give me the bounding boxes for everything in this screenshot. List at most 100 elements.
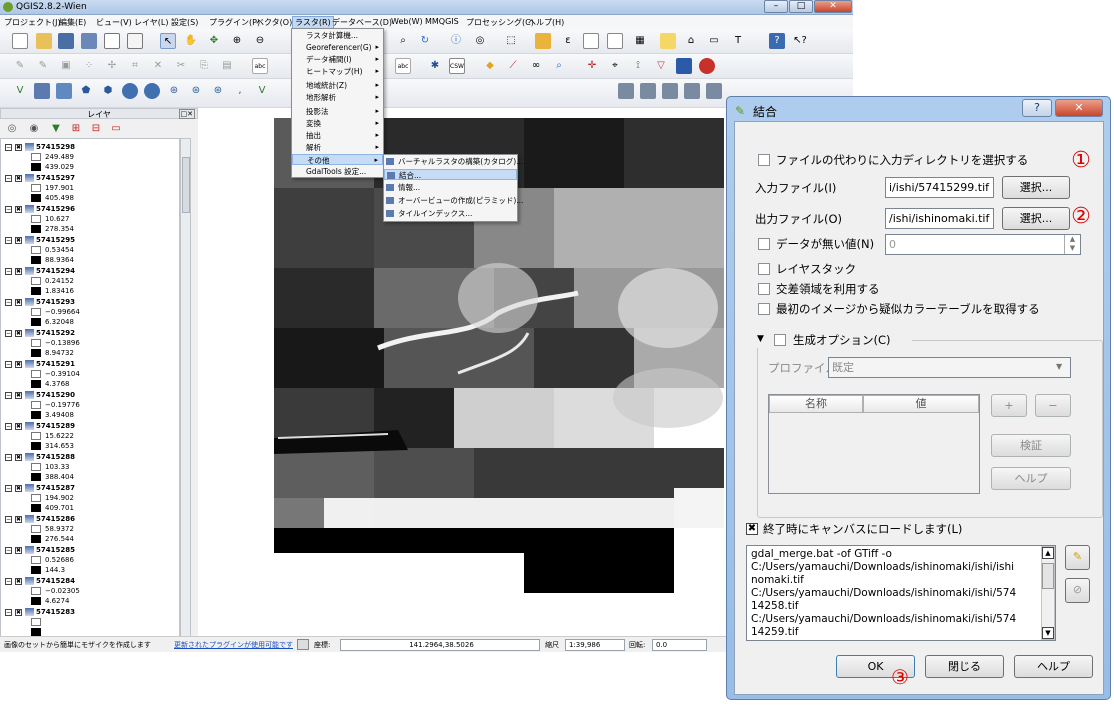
layer-item[interactable]: − ✖ 57415285: [5, 546, 75, 556]
menu-layer[interactable]: レイヤ(L): [134, 17, 168, 28]
heatmap-icon[interactable]: [699, 58, 715, 74]
search-icon[interactable]: ⌕: [551, 58, 567, 74]
reset-command-icon[interactable]: ⊘: [1065, 578, 1090, 603]
collapse-all-icon[interactable]: ⊟: [88, 121, 104, 137]
layer-visibility-checkbox[interactable]: ✖: [15, 391, 22, 399]
add-wms-icon[interactable]: ⊛: [166, 83, 182, 99]
open-layer-styling-icon[interactable]: ◎: [4, 121, 20, 137]
layer-expand-icon[interactable]: −: [5, 546, 12, 554]
edit-pencil-icon[interactable]: ✎: [12, 58, 28, 74]
raster-menu-item[interactable]: 地形解析 ▸: [292, 92, 383, 103]
options-table[interactable]: 名称 値: [768, 394, 980, 494]
rotation-field[interactable]: 0.0: [652, 639, 707, 651]
nodata-checkbox[interactable]: [758, 238, 770, 250]
gps-icon[interactable]: ⟟: [630, 58, 646, 74]
profile-dropdown-icon[interactable]: ▼: [1056, 362, 1062, 371]
close-window-button[interactable]: ✕: [814, 0, 852, 13]
layer-expand-icon[interactable]: −: [5, 267, 12, 275]
expand-triangle-icon[interactable]: ▼: [757, 334, 764, 344]
layer-expand-icon[interactable]: −: [5, 205, 12, 213]
layer-visibility-checkbox[interactable]: ✖: [15, 360, 22, 368]
layer-item[interactable]: − ✖ 57415288: [5, 453, 75, 463]
close-button[interactable]: 閉じる: [925, 655, 1004, 678]
paste-icon[interactable]: ▤: [219, 58, 235, 74]
validate-button[interactable]: 検証: [991, 434, 1071, 457]
output-file-field[interactable]: /ishi/ishinomaki.tif: [885, 208, 994, 229]
raster-menu-item[interactable]: 投影法 ▸: [292, 106, 383, 117]
layer-item[interactable]: − ✖ 57415292: [5, 329, 75, 339]
layer-expand-icon[interactable]: −: [5, 143, 12, 151]
command-scroll-thumb[interactable]: [1042, 563, 1054, 589]
layer-visibility-checkbox[interactable]: ✖: [15, 577, 22, 585]
delete-selected-icon[interactable]: ✕: [150, 58, 166, 74]
toggle-edit-icon[interactable]: ✎: [35, 58, 51, 74]
profile-combo[interactable]: 既定: [828, 357, 1071, 378]
options-help-button[interactable]: ヘルプ: [991, 467, 1071, 490]
raster-menu-item[interactable]: GdalTools 設定...: [292, 166, 383, 177]
nodata-spin-arrows-icon[interactable]: ▲ ▼: [1064, 235, 1080, 254]
add-spatialite-icon[interactable]: ⬟: [78, 83, 94, 99]
layer-item[interactable]: − ✖ 57415294: [5, 267, 75, 277]
layer-item[interactable]: − ✖ 57415293: [5, 298, 75, 308]
layer-item[interactable]: − ✖ 57415283: [5, 608, 75, 618]
new-shapefile-icon[interactable]: V: [254, 83, 270, 99]
expand-all-icon[interactable]: ⊞: [68, 121, 84, 137]
load-canvas-checkbox[interactable]: ✖: [746, 523, 758, 535]
input-select-button[interactable]: 選択...: [1002, 176, 1070, 199]
print-composer-icon[interactable]: [104, 33, 120, 49]
new-project-icon[interactable]: [12, 33, 28, 49]
layer-item[interactable]: − ✖ 57415287: [5, 484, 75, 494]
raster-menu-item[interactable]: データ補間(I) ▸: [292, 54, 383, 65]
layer-visibility-checkbox[interactable]: ✖: [15, 174, 22, 182]
menu-vector[interactable]: ベクタ(O): [256, 17, 292, 28]
zoom-out-icon[interactable]: ⊖: [252, 33, 268, 49]
raster-menu-item[interactable]: 変換 ▸: [292, 118, 383, 129]
plugin-update-link[interactable]: 更新されたプラグインが使用可能です: [174, 640, 293, 650]
add-delimited-text-icon[interactable]: ,: [232, 83, 248, 99]
input-file-field[interactable]: i/ishi/57415299.tif: [885, 177, 994, 198]
openlayers-icon[interactable]: [676, 58, 692, 74]
layer-visibility-checkbox[interactable]: ✖: [15, 422, 22, 430]
menu-settings[interactable]: 設定(S): [171, 17, 198, 28]
add-group-icon[interactable]: ◉: [26, 121, 42, 137]
maximize-button[interactable]: □: [789, 0, 813, 13]
layer-visibility-checkbox[interactable]: ✖: [15, 515, 22, 523]
remove-option-button[interactable]: −: [1035, 394, 1071, 417]
menu-view[interactable]: ビュー(V): [96, 17, 132, 28]
layer-item[interactable]: − ✖ 57415284: [5, 577, 75, 587]
edit-command-icon[interactable]: ✎: [1065, 545, 1090, 570]
layer-expand-icon[interactable]: −: [5, 577, 12, 585]
menu-help[interactable]: ヘルプ(H): [528, 17, 564, 28]
layer-expand-icon[interactable]: −: [5, 360, 12, 368]
creation-options-checkbox[interactable]: [774, 334, 786, 346]
deselect-icon[interactable]: [535, 33, 551, 49]
other-submenu-item[interactable]: バーチャルラスタの構築(カタログ)...: [384, 156, 523, 167]
other-submenu-item[interactable]: タイルインデックス...: [384, 208, 517, 219]
raster-menu-item[interactable]: ヒートマップ(H) ▸: [292, 66, 383, 77]
layer-expand-icon[interactable]: −: [5, 391, 12, 399]
scroll-up-icon[interactable]: ▲: [1042, 547, 1054, 559]
help-button[interactable]: ヘルプ: [1014, 655, 1093, 678]
menu-database[interactable]: データベース(D): [332, 17, 392, 28]
coordinate-field[interactable]: 141.2964,38.5026: [340, 639, 540, 651]
graph-icon[interactable]: ⟋: [505, 58, 521, 74]
raster-tool-5-icon[interactable]: [706, 83, 722, 99]
menu-plugins[interactable]: プラグイン(P): [209, 17, 260, 28]
measure-icon[interactable]: ◎: [472, 33, 488, 49]
layer-visibility-checkbox[interactable]: ✖: [15, 484, 22, 492]
add-oracle-icon[interactable]: [122, 83, 138, 99]
nodata-spinbox[interactable]: 0: [885, 234, 1081, 255]
layers-scrollbar-thumb[interactable]: [182, 157, 190, 213]
csw-icon[interactable]: CSW: [449, 58, 465, 74]
raster-menu-item[interactable]: 抽出 ▸: [292, 130, 383, 141]
copy-icon[interactable]: ⎘: [196, 58, 212, 74]
select-arrow-icon[interactable]: ↖: [160, 33, 176, 49]
layer-expand-icon[interactable]: −: [5, 422, 12, 430]
layer-item[interactable]: − ✖ 57415298: [5, 143, 75, 153]
help-toolbar-icon[interactable]: ?: [769, 33, 785, 49]
layer-visibility-checkbox[interactable]: ✖: [15, 267, 22, 275]
layer-visibility-checkbox[interactable]: ✖: [15, 236, 22, 244]
minimize-button[interactable]: –: [764, 0, 788, 13]
layer-item[interactable]: − ✖ 57415291: [5, 360, 75, 370]
layer-expand-icon[interactable]: −: [5, 174, 12, 182]
